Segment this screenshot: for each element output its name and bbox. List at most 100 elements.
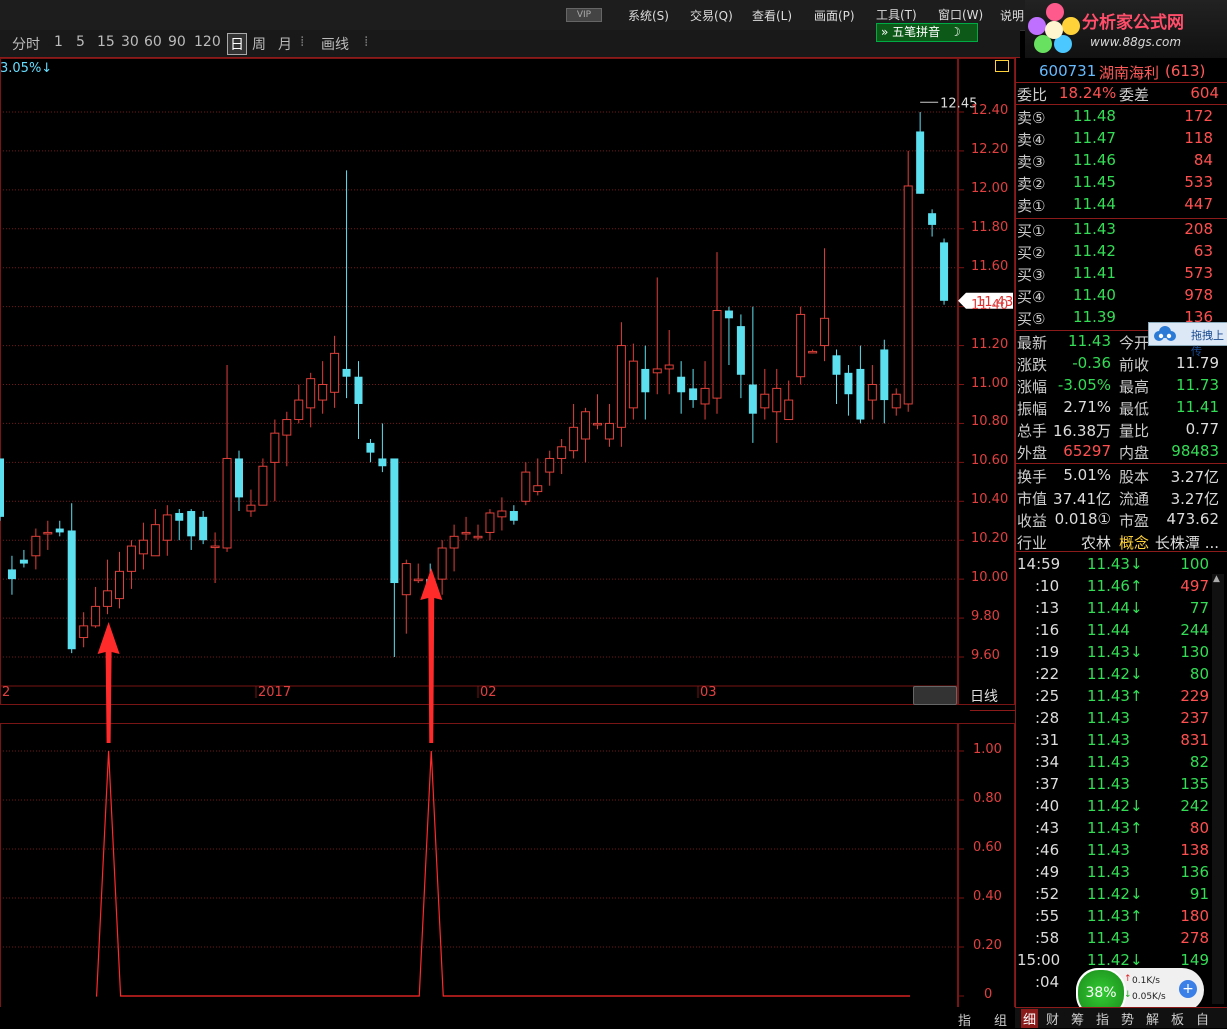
bottom-tab[interactable]: 财 — [1046, 1009, 1059, 1028]
kline-chart[interactable]: 11.43 12.45 — [0, 58, 1015, 1007]
scroll-up-icon[interactable]: ▲ — [1213, 574, 1220, 584]
menu-help[interactable]: 说明 — [1000, 7, 1024, 24]
candle-body-up — [162, 514, 172, 541]
scroll-handle[interactable] — [913, 686, 957, 705]
candle-body-up — [760, 393, 770, 409]
tick-price: 11.46↑ — [1087, 577, 1143, 595]
order-level-label: 买③ — [1017, 266, 1046, 284]
candle-body-up — [569, 426, 579, 452]
bottom-tab[interactable]: 筹 — [1071, 1009, 1084, 1028]
quote-label: 最高 — [1119, 378, 1150, 396]
candle-body-down — [67, 530, 76, 650]
tick-scrollbar[interactable]: ▲ — [1212, 574, 1224, 1004]
toolbar-separator-icon: ⁞ — [300, 34, 305, 50]
candle-body-down — [748, 384, 757, 414]
tick-volume: 80 — [1189, 665, 1209, 683]
period-30[interactable]: 30 — [121, 34, 139, 50]
tick-volume: 82 — [1189, 753, 1209, 771]
menu-tools[interactable]: 工具(T) — [876, 6, 917, 23]
period-5[interactable]: 5 — [76, 34, 85, 50]
price-tick-label: 11.40 — [971, 297, 1009, 313]
candle-body-up — [628, 360, 638, 409]
candle-body-down — [509, 511, 518, 521]
bottom-tab[interactable]: 势 — [1121, 1009, 1134, 1028]
period-120[interactable]: 120 — [194, 34, 221, 50]
period-minute[interactable]: 分时 — [12, 34, 40, 54]
candle-body-up — [712, 310, 722, 399]
ask-row: 卖② 11.45 533 — [1017, 171, 1213, 193]
flower-logo-icon — [1028, 3, 1080, 53]
candle-body-down — [390, 458, 399, 584]
ime-indicator[interactable]: » 五笔拼音 ☽ — [876, 23, 978, 42]
maximize-icon[interactable] — [995, 60, 1009, 72]
draw-line-button[interactable]: 画线 — [321, 34, 349, 54]
quote-row: 外盘 65297 内盘 98483 — [1017, 440, 1223, 462]
bottom-tab[interactable]: 板 — [1171, 1009, 1184, 1028]
quote-value: 11.73 — [1176, 376, 1219, 394]
up-arrow-icon: ↑ — [1124, 974, 1132, 984]
indicator-tick-label: 0 — [984, 987, 993, 1002]
bottom-tab[interactable]: 自 — [1196, 1009, 1209, 1028]
fund-value[interactable]: 长株潭 ... — [1155, 532, 1219, 553]
candle-body-up — [784, 399, 794, 421]
menu-screen[interactable]: 画面(P) — [814, 7, 855, 24]
price-tick-label: 11.80 — [971, 219, 1009, 235]
quote-row: 涨幅 -3.05% 最高 11.73 — [1017, 374, 1223, 396]
group-tab[interactable]: 组 — [994, 1010, 1007, 1029]
period-90[interactable]: 90 — [168, 34, 186, 50]
candle-body-down — [55, 528, 64, 533]
candle-body-up — [222, 457, 232, 549]
menu-view[interactable]: 查看(L) — [752, 7, 792, 24]
menu-trade[interactable]: 交易(Q) — [690, 7, 733, 24]
price-tick-label: 12.00 — [971, 180, 1009, 196]
fund-label[interactable]: 概念 — [1119, 532, 1149, 553]
order-price: 11.46 — [1073, 151, 1116, 169]
candle-body-up — [533, 485, 543, 493]
period-month[interactable]: 月 — [278, 34, 292, 54]
period-60[interactable]: 60 — [144, 34, 162, 50]
bottom-tab[interactable]: 指 — [1096, 1009, 1109, 1028]
quote-row: 振幅 2.71% 最低 11.41 — [1017, 396, 1223, 418]
indicator-frame — [0, 723, 958, 1007]
candle-body-down — [354, 376, 363, 404]
tick-price: 11.43↓ — [1087, 555, 1143, 573]
price-tick-label: 10.00 — [971, 570, 1009, 586]
indicator-tick-label: 0.20 — [973, 938, 1002, 953]
order-volume: 208 — [1184, 220, 1213, 238]
period-label[interactable]: 日线 — [970, 686, 998, 706]
tick-price: 11.43↓ — [1087, 643, 1143, 661]
bottom-tab[interactable]: 细 — [1021, 1009, 1039, 1028]
quote-value: 98483 — [1171, 442, 1219, 460]
ask-row: 卖① 11.44 447 — [1017, 193, 1213, 215]
stock-code: 600731 — [1039, 62, 1097, 80]
indicator-tab[interactable]: 指 — [958, 1010, 971, 1029]
period-15[interactable]: 15 — [97, 34, 115, 50]
bottom-tab[interactable]: 解 — [1146, 1009, 1159, 1028]
menu-system[interactable]: 系统(S) — [628, 7, 669, 24]
tick-time: :10 — [1035, 577, 1060, 595]
stock-title[interactable]: 600731 湖南海利 (613) — [1017, 60, 1223, 82]
tick-price: 11.43 — [1087, 709, 1130, 727]
candle-body-down — [916, 131, 925, 194]
toolbar-more-icon[interactable]: ⁞ — [364, 34, 368, 50]
order-level-label: 买④ — [1017, 288, 1046, 306]
period-week[interactable]: 周 — [252, 34, 266, 54]
signal-arrow — [420, 568, 443, 743]
fund-value[interactable]: 农林 — [1081, 532, 1111, 553]
candle-body-up — [294, 399, 304, 421]
tick-volume: 77 — [1189, 599, 1209, 617]
tick-row: :37 11.43 135 — [1017, 773, 1209, 795]
upload-button[interactable]: 拖拽上传 — [1148, 322, 1227, 358]
candle-body-up — [604, 422, 614, 440]
menu-window[interactable]: 窗口(W) — [938, 6, 983, 23]
tick-volume: 130 — [1180, 643, 1209, 661]
period-day[interactable]: 日 — [227, 33, 247, 55]
order-price: 11.41 — [1073, 264, 1116, 282]
tick-volume: 91 — [1189, 885, 1209, 903]
plus-icon[interactable]: + — [1179, 980, 1197, 998]
vip-badge[interactable]: VIP — [566, 8, 602, 22]
candle-body-down — [378, 458, 387, 467]
candle-body-up — [545, 457, 555, 473]
period-1[interactable]: 1 — [54, 34, 63, 50]
price-tick-label: 11.00 — [971, 375, 1009, 391]
